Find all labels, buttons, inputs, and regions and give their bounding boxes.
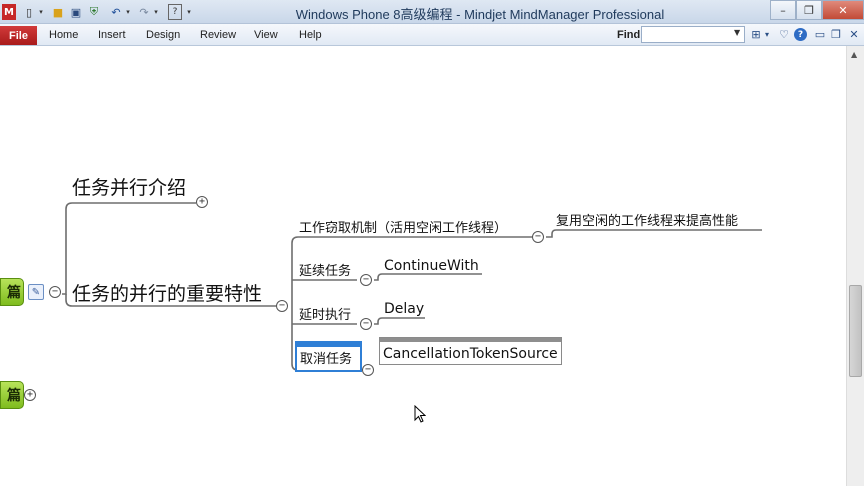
collapse-toggle[interactable]: −: [49, 286, 61, 298]
title-bar: M ▯ ▾ ■ ▣ ⛨ ↶ ▾ ↷ ▾ ? ▾ Windows Phone 8高…: [0, 0, 864, 24]
find-input[interactable]: [641, 26, 745, 43]
minimize-button[interactable]: –: [770, 0, 796, 20]
restore-button[interactable]: ❐: [796, 0, 822, 20]
vertical-scrollbar[interactable]: ▲: [846, 46, 864, 486]
undo-icon[interactable]: ↶: [108, 4, 124, 20]
child-topic[interactable]: ContinueWith: [384, 259, 479, 273]
collapse-toggle[interactable]: −: [360, 318, 372, 330]
help-box-icon[interactable]: ?: [168, 4, 182, 20]
chevron-down-icon[interactable]: ▼: [734, 28, 740, 37]
mouse-cursor-icon: [414, 405, 426, 423]
redo-icon[interactable]: ↷: [136, 4, 152, 20]
central-topic-box[interactable]: 篇: [0, 278, 24, 306]
close-ribbon-icon[interactable]: ✕: [847, 27, 861, 42]
central-topic-label: 篇: [7, 285, 21, 301]
child-topic[interactable]: Delay: [384, 302, 424, 316]
tab-insert[interactable]: Insert: [98, 29, 126, 41]
notes-icon[interactable]: ✎: [28, 284, 44, 300]
map-canvas[interactable]: 篇 ✎ − 篇 + 任务并行介绍 + 任务的并行的重要特性 − 工作窃取机制（活…: [0, 46, 846, 486]
app-logo-icon[interactable]: M: [2, 4, 16, 20]
mindmanager-window: M ▯ ▾ ■ ▣ ⛨ ↶ ▾ ↷ ▾ ? ▾ Windows Phone 8高…: [0, 0, 864, 486]
chevron-down-icon[interactable]: ▾: [152, 4, 160, 20]
collapse-toggle[interactable]: −: [362, 364, 374, 376]
selected-topic-frame[interactable]: 取消任务: [295, 341, 362, 372]
open-folder-icon[interactable]: ■: [50, 4, 66, 20]
close-button[interactable]: ✕: [822, 0, 864, 20]
tab-review[interactable]: Review: [200, 29, 236, 41]
find-label: Find:: [617, 29, 644, 41]
expand-toggle[interactable]: +: [196, 196, 208, 208]
shield-icon[interactable]: ⛨: [86, 4, 102, 20]
chevron-down-icon[interactable]: ▾: [124, 4, 132, 20]
expand-toggle[interactable]: +: [24, 389, 36, 401]
restore-ribbon-icon[interactable]: ❐: [829, 27, 843, 42]
tab-help[interactable]: Help: [299, 29, 322, 41]
file-tab[interactable]: File: [0, 26, 37, 45]
topic-edit-box[interactable]: CancellationTokenSource: [379, 337, 562, 365]
ribbon-tabs: File Home Insert Design Review View Help…: [0, 24, 864, 46]
central-topic-box[interactable]: 篇: [0, 381, 24, 409]
chevron-down-icon[interactable]: ▾: [185, 4, 193, 20]
minimize-ribbon-icon[interactable]: ▭: [813, 27, 827, 42]
heart-icon[interactable]: ♡: [777, 27, 791, 42]
child-topic[interactable]: CancellationTokenSource: [383, 347, 558, 361]
tab-design[interactable]: Design: [146, 29, 180, 41]
tab-home[interactable]: Home: [49, 29, 78, 41]
collapse-toggle[interactable]: −: [276, 300, 288, 312]
subtopic[interactable]: 工作窃取机制（活用空闲工作线程）: [299, 222, 507, 235]
main-topic[interactable]: 任务的并行的重要特性: [72, 285, 262, 304]
chevron-down-icon[interactable]: ▾: [763, 27, 771, 42]
subtopic[interactable]: 延续任务: [299, 265, 351, 278]
main-topic[interactable]: 任务并行介绍: [72, 179, 186, 198]
tab-view[interactable]: View: [254, 29, 278, 41]
collapse-toggle[interactable]: −: [360, 274, 372, 286]
scrollbar-thumb[interactable]: [849, 285, 862, 377]
save-icon[interactable]: ▣: [68, 4, 84, 20]
help-icon[interactable]: ?: [794, 28, 807, 41]
binoculars-icon[interactable]: ⊞: [749, 27, 763, 42]
central-topic-label: 篇: [7, 388, 21, 404]
collapse-toggle[interactable]: −: [532, 231, 544, 243]
window-title: Windows Phone 8高级编程 - Mindjet MindManage…: [295, 7, 665, 22]
child-topic[interactable]: 复用空闲的工作线程来提高性能: [556, 215, 738, 228]
subtopic[interactable]: 延时执行: [299, 309, 351, 322]
chevron-down-icon[interactable]: ▾: [37, 4, 45, 20]
subtopic[interactable]: 取消任务: [300, 353, 352, 366]
scroll-up-icon[interactable]: ▲: [851, 50, 857, 59]
new-document-icon[interactable]: ▯: [22, 4, 36, 20]
